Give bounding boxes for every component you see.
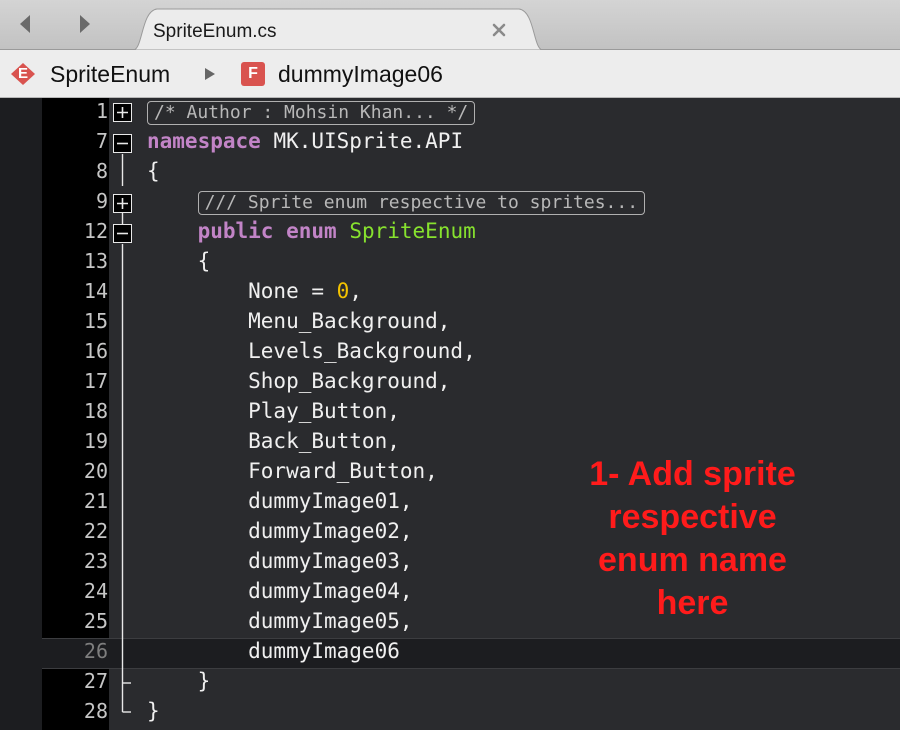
code-token: Back_Button, [147, 429, 400, 453]
code-line[interactable]: Levels_Background, [147, 336, 476, 366]
line-number: 25 [83, 609, 108, 633]
code-token: Menu_Background, [147, 309, 451, 333]
line-number: 28 [83, 699, 108, 723]
code-line[interactable]: Play_Button, [147, 396, 400, 426]
code-token: , [349, 279, 362, 303]
line-number: 27 [83, 669, 108, 693]
line-number: 18 [83, 399, 108, 423]
tab-sprite-enum[interactable]: SpriteEnum.cs [133, 7, 543, 50]
code-token: Forward_Button, [147, 459, 438, 483]
breadcrumb: E SpriteEnum F dummyImage06 [0, 50, 900, 98]
code-line[interactable]: dummyImage05, [147, 606, 413, 636]
forward-arrow-icon[interactable] [74, 13, 96, 35]
code-line[interactable]: dummyImage04, [147, 576, 413, 606]
annotation-line: enum name [598, 541, 787, 579]
fold-collapse-icon[interactable] [113, 134, 132, 153]
code-line[interactable]: dummyImage03, [147, 546, 413, 576]
line-number: 16 [83, 339, 108, 363]
line-number: 22 [83, 519, 108, 543]
code-line[interactable]: Menu_Background, [147, 306, 450, 336]
code-token: { [147, 159, 160, 183]
code-line[interactable]: /// Sprite enum respective to sprites... [147, 186, 646, 216]
line-number: 21 [83, 489, 108, 513]
code-editor[interactable]: 1 /* Author : Mohsin Khan... */ 7 namespace… [0, 98, 900, 730]
line-number: 19 [83, 429, 108, 453]
code-line[interactable]: { [147, 156, 160, 186]
code-line[interactable]: /* Author : Mohsin Khan... */ [147, 96, 476, 126]
close-icon[interactable] [489, 20, 509, 40]
code-line[interactable]: Back_Button, [147, 426, 400, 456]
code-token: Play_Button, [147, 399, 400, 423]
field-icon: F [240, 62, 266, 86]
annotation-note: 1- Add sprite respective enum name here [560, 453, 825, 625]
fold-expand-icon[interactable] [113, 194, 132, 213]
code-line[interactable]: namespace MK.UISprite.API [147, 126, 463, 156]
line-number: 9 [95, 189, 108, 213]
code-token: dummyImage05, [147, 609, 413, 633]
line-number: 12 [83, 219, 108, 243]
breadcrumb-separator-icon [205, 68, 215, 80]
line-number: 17 [83, 369, 108, 393]
code-line[interactable]: Forward_Button, [147, 456, 438, 486]
code-line[interactable]: { [147, 246, 211, 276]
field-badge-letter: F [248, 65, 258, 82]
line-number: 26 [83, 639, 108, 663]
code-line[interactable]: public enum SpriteEnum [147, 216, 476, 246]
code-line[interactable]: None = 0, [147, 276, 362, 306]
code-line[interactable]: } [147, 696, 160, 726]
code-token: dummyImage03, [147, 549, 413, 573]
line-number: 8 [95, 159, 108, 183]
code-token: Shop_Background, [147, 369, 451, 393]
code-token: MK.UISprite.API [260, 129, 464, 153]
line-number: 23 [83, 549, 108, 573]
code-token: } [147, 669, 211, 693]
code-line[interactable]: } [147, 666, 211, 696]
enum-icon: E [10, 62, 36, 86]
line-number: 24 [83, 579, 108, 603]
line-number: 15 [83, 309, 108, 333]
folded-comment[interactable]: /* Author : Mohsin Khan... */ [147, 101, 476, 125]
annotation-line: respective [608, 498, 777, 536]
tab-bar: SpriteEnum.cs [0, 0, 900, 50]
line-number: 13 [83, 249, 108, 273]
code-token: } [147, 699, 160, 723]
breadcrumb-enum[interactable]: SpriteEnum [50, 61, 170, 88]
code-line[interactable]: Shop_Background, [147, 366, 450, 396]
back-arrow-icon[interactable] [14, 13, 36, 35]
enum-badge-letter: E [17, 65, 28, 82]
code-token: enum [286, 219, 337, 243]
folded-comment[interactable]: /// Sprite enum respective to sprites... [197, 191, 646, 215]
code-token: dummyImage06 [147, 639, 400, 663]
code-token: Levels_Background, [147, 339, 476, 363]
code-token: dummyImage04, [147, 579, 413, 603]
code-token: 0 [336, 279, 350, 303]
code-token: dummyImage01, [147, 489, 413, 513]
code-token: dummyImage02, [147, 519, 413, 543]
breadcrumb-field[interactable]: dummyImage06 [278, 61, 443, 88]
annotation-line: here [656, 584, 729, 622]
code-token: { [147, 249, 211, 273]
line-number: 20 [83, 459, 108, 483]
code-token: namespace [147, 129, 261, 153]
code-token: public [197, 219, 274, 243]
fold-collapse-icon[interactable] [113, 224, 132, 243]
code-line[interactable]: dummyImage06 [147, 636, 400, 666]
code-line[interactable]: dummyImage02, [147, 516, 413, 546]
line-number: 14 [83, 279, 108, 303]
tab-title: SpriteEnum.cs [153, 21, 277, 42]
annotation-line: 1- Add sprite [589, 455, 796, 493]
code-token: None = [147, 279, 337, 303]
fold-expand-icon[interactable] [113, 103, 132, 122]
line-number: 7 [95, 129, 108, 153]
code-line[interactable]: dummyImage01, [147, 486, 413, 516]
code-token: SpriteEnum [349, 219, 476, 243]
line-number: 1 [95, 99, 108, 123]
